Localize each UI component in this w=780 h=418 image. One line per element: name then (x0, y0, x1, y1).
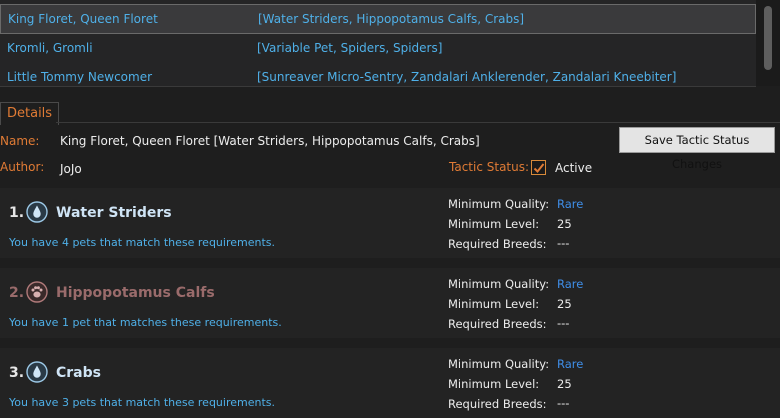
paw-icon (26, 281, 48, 303)
save-tactic-status-button[interactable]: Save Tactic Status Changes (619, 127, 775, 171)
tactic-list[interactable]: King Floret, Queen Floret [Water Strider… (0, 0, 756, 87)
requirement-match-text[interactable]: You have 1 pet that matches these requir… (9, 316, 282, 329)
required-breeds-value: --- (557, 316, 570, 330)
tactic-name-value: King Floret, Queen Floret [Water Strider… (60, 134, 480, 148)
required-breeds-value: --- (557, 396, 570, 410)
requirement-match-text[interactable]: You have 4 pets that match these require… (9, 236, 275, 249)
requirement-pet-name: Hippopotamus Calfs (56, 285, 215, 301)
water-drop-icon (26, 201, 48, 223)
author-label: Author: (0, 160, 45, 174)
list-scrollbar[interactable] (756, 0, 780, 86)
list-item[interactable]: Little Tommy Newcomer [Sunreaver Micro-S… (0, 62, 756, 86)
required-breeds-value: --- (557, 236, 570, 250)
checkmark-icon (533, 163, 545, 173)
requirement-pet-name: Water Striders (56, 205, 172, 221)
tab-divider (56, 122, 780, 123)
min-quality-label: Minimum Quality: (448, 277, 550, 291)
requirement-pet-name: Crabs (56, 365, 101, 381)
requirement-block: 1. Water Striders You have 4 pets that m… (0, 188, 780, 258)
min-level-value: 25 (557, 297, 572, 311)
list-item-pets: [Variable Pet, Spiders, Spiders] (257, 41, 443, 55)
tactic-status-value: Active (555, 161, 593, 175)
water-drop-icon (26, 361, 48, 383)
requirement-number: 3. (9, 365, 25, 381)
min-level-value: 25 (557, 217, 572, 231)
tab-details[interactable]: Details (0, 102, 60, 125)
list-item[interactable]: Kromli, Gromli [Variable Pet, Spiders, S… (0, 33, 756, 63)
requirement-block: 3. Crabs You have 3 pets that match thes… (0, 348, 780, 418)
tactic-status-label: Tactic Status: (449, 160, 530, 174)
requirement-number: 2. (9, 285, 25, 301)
list-item-pets: [Sunreaver Micro-Sentry, Zandalari Ankle… (257, 70, 677, 84)
requirement-block: 2. Hippopotamus Calfs You have 1 pet tha… (0, 268, 780, 338)
min-quality-label: Minimum Quality: (448, 197, 550, 211)
list-item-name: King Floret, Queen Floret (8, 12, 158, 26)
list-item-pets: [Water Striders, Hippopotamus Calfs, Cra… (258, 12, 525, 26)
scrollbar-thumb[interactable] (764, 6, 772, 70)
list-item[interactable]: King Floret, Queen Floret [Water Strider… (0, 4, 756, 34)
min-level-label: Minimum Level: (448, 297, 540, 311)
list-item-name: Little Tommy Newcomer (7, 70, 153, 84)
list-item-name: Kromli, Gromli (7, 41, 93, 55)
name-label: Name: (0, 134, 40, 148)
tactic-status-checkbox[interactable] (531, 160, 546, 175)
requirement-match-text[interactable]: You have 3 pets that match these require… (9, 396, 275, 409)
required-breeds-label: Required Breeds: (448, 397, 547, 411)
min-level-label: Minimum Level: (448, 217, 540, 231)
author-value: JoJo (60, 162, 82, 176)
required-breeds-label: Required Breeds: (448, 317, 547, 331)
min-quality-label: Minimum Quality: (448, 357, 550, 371)
requirement-number: 1. (9, 205, 25, 221)
min-quality-value: Rare (557, 357, 584, 371)
min-level-label: Minimum Level: (448, 377, 540, 391)
required-breeds-label: Required Breeds: (448, 237, 547, 251)
min-level-value: 25 (557, 377, 572, 391)
min-quality-value: Rare (557, 197, 584, 211)
min-quality-value: Rare (557, 277, 584, 291)
